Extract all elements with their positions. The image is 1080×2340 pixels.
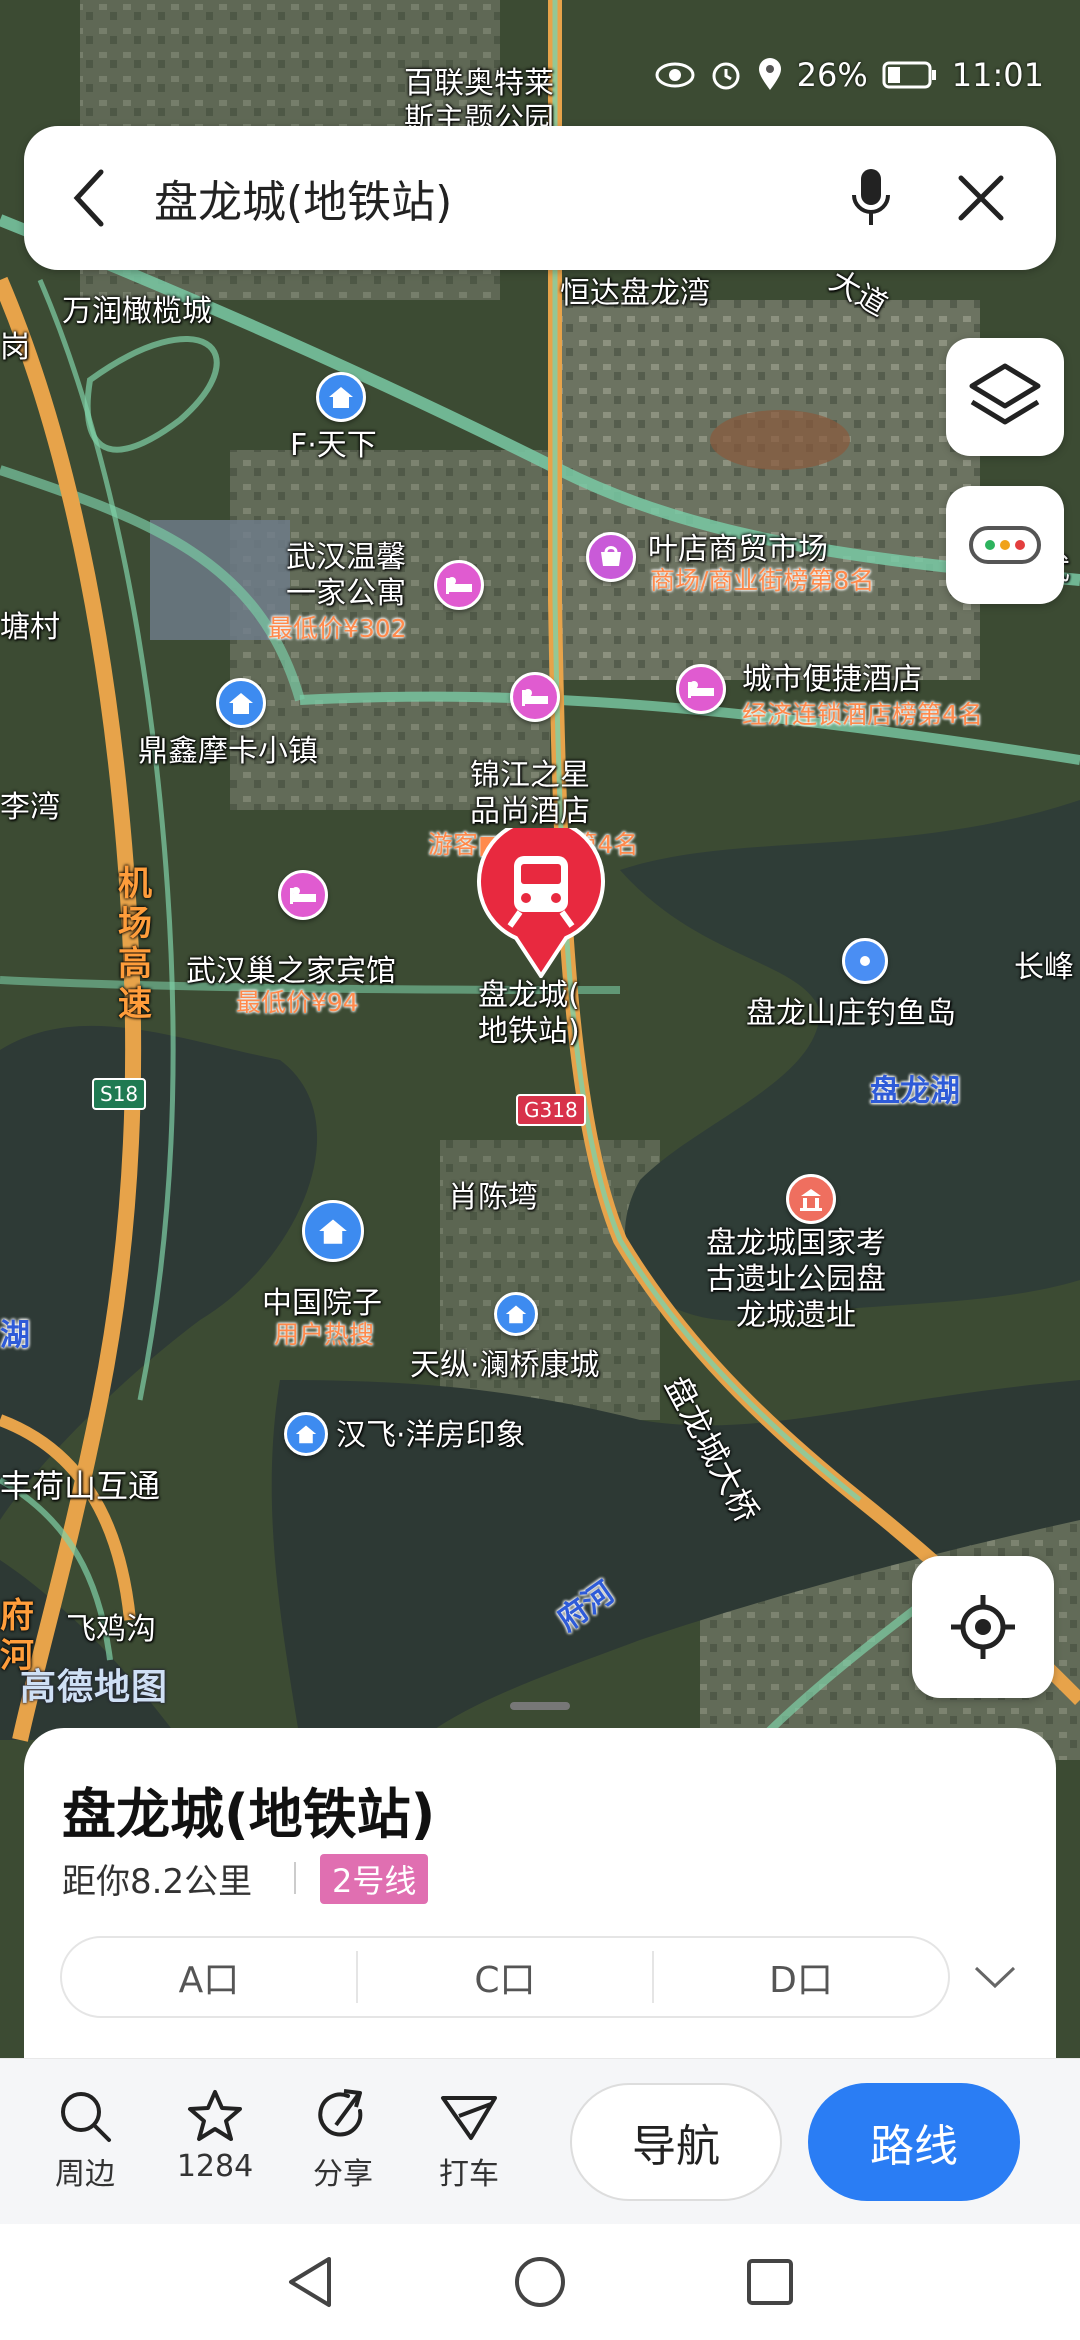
clear-button[interactable] [926, 126, 1036, 270]
poi-label[interactable]: 恒达盘龙湾 [560, 276, 710, 312]
poi-sublabel: 经济连锁酒店榜第4名 [742, 700, 983, 729]
scenic-pin-icon[interactable] [786, 1174, 836, 1224]
poi-label[interactable]: 天纵·澜桥康城 [410, 1348, 600, 1384]
poi-label[interactable]: 汉飞·洋房印象 [336, 1418, 526, 1454]
search-icon [61, 2092, 111, 2142]
poi-label[interactable]: F·天下 [290, 428, 377, 464]
system-navigation-bar [0, 2224, 1080, 2340]
status-bar: 26% 11:01 [655, 56, 1044, 94]
poi-sublabel: 最低价¥94 [236, 988, 359, 1017]
share-icon [318, 2089, 363, 2137]
poi-sublabel: 商场/商业街榜第8名 [650, 566, 875, 595]
navigate-button[interactable]: 导航 [570, 2083, 782, 2201]
home-pin-icon[interactable] [216, 678, 266, 728]
place-label: 肖陈塆 [448, 1180, 538, 1215]
exit-c-button[interactable]: C口 [356, 1951, 652, 2003]
traffic-icon [969, 526, 1041, 564]
poi-card[interactable]: 盘龙城(地铁站) 距你8.2公里 2号线 A口 C口 D口 [24, 1728, 1056, 2108]
locate-button[interactable] [912, 1556, 1054, 1698]
chevron-down-icon [974, 1966, 1016, 1989]
battery-percent: 26% [796, 56, 868, 94]
mic-icon [852, 169, 890, 225]
metro-line-badge[interactable]: 2号线 [320, 1854, 429, 1904]
share-label: 分享 [313, 2157, 373, 2192]
poi-label[interactable]: 盘龙城国家考 古遗址公园盘 龙城遗址 [706, 1226, 886, 1334]
alarm-icon [712, 62, 740, 90]
road-label: 机 场 高 速 [118, 864, 152, 1024]
exit-a-button[interactable]: A口 [62, 1951, 356, 2003]
place-label: 飞鸡沟 [66, 1612, 156, 1647]
poi-label[interactable]: 锦江之星 品尚酒店 [470, 758, 590, 830]
taxi-button[interactable]: 打车 [414, 2083, 524, 2193]
poi-label[interactable]: 城市便捷酒店 [742, 662, 922, 698]
taxi-icon [441, 2096, 497, 2140]
drag-handle[interactable] [510, 1702, 570, 1710]
exit-d-button[interactable]: D口 [652, 1951, 948, 2003]
nearby-button[interactable]: 周边 [30, 2083, 140, 2193]
locate-icon [951, 1595, 1015, 1659]
star-icon [188, 2090, 242, 2141]
map-brand-logo: 高德地图 [20, 1667, 169, 1708]
home-pin-icon[interactable] [284, 1412, 328, 1456]
favorite-button[interactable]: 1284 [160, 2083, 270, 2184]
location-pin-icon[interactable] [842, 938, 888, 984]
lake-label: 湖 [0, 1318, 30, 1353]
poi-distance: 距你8.2公里 [62, 1862, 253, 1902]
close-icon [958, 175, 1004, 221]
home-pin-icon[interactable] [494, 1292, 538, 1336]
expand-exits-button[interactable] [970, 1952, 1020, 2002]
location-icon [758, 58, 781, 90]
clock: 11:01 [951, 56, 1044, 94]
hotel-pin-icon[interactable] [434, 560, 484, 610]
poi-sublabel: 最低价¥302 [268, 614, 407, 643]
highway-shield: G318 [516, 1094, 586, 1126]
recents-nav-icon[interactable] [745, 2257, 795, 2307]
station-exits: A口 C口 D口 [60, 1936, 950, 2018]
route-button[interactable]: 路线 [808, 2083, 1020, 2201]
layers-icon [969, 363, 1041, 425]
shop-pin-icon[interactable] [586, 532, 636, 582]
action-bar: 周边 1284 分享 打车 导航 路线 [0, 2058, 1080, 2224]
poi-label[interactable]: 盘龙山庄钓鱼岛 [746, 996, 956, 1032]
search-bar: 盘龙城(地铁站) [24, 126, 1056, 270]
poi-sublabel: 用户热搜 [274, 1320, 375, 1349]
poi-label[interactable]: 武汉巢之家宾馆 [186, 954, 396, 990]
metro-station-icon [477, 817, 605, 980]
divider [294, 1862, 296, 1894]
poi-label[interactable]: 武汉温馨 一家公寓 [286, 540, 406, 612]
poi-label[interactable]: 万润橄榄城 [62, 294, 212, 330]
layers-button[interactable] [946, 338, 1064, 456]
hotel-pin-icon[interactable] [510, 672, 560, 722]
station-marker[interactable] [476, 817, 606, 980]
back-nav-icon[interactable] [285, 2255, 335, 2309]
battery-icon [882, 61, 936, 89]
share-button[interactable]: 分享 [288, 2083, 398, 2193]
eye-icon [655, 62, 695, 88]
back-icon [73, 169, 104, 227]
poi-label[interactable]: 中国院子 [262, 1286, 382, 1322]
poi-label[interactable]: 鼎鑫摩卡小镇 [138, 734, 318, 770]
hotel-pin-icon[interactable] [278, 870, 328, 920]
station-label[interactable]: 盘龙城( 地铁站) [478, 978, 580, 1050]
home-nav-icon[interactable] [513, 2255, 567, 2309]
poi-title: 盘龙城(地铁站) [62, 1783, 436, 1846]
place-label: 塘村 [0, 610, 60, 645]
nearby-label: 周边 [55, 2157, 115, 2192]
poi-label[interactable]: 叶店商贸市场 [648, 532, 828, 568]
voice-button[interactable] [816, 126, 926, 270]
place-label: 丰荷山互通 [0, 1467, 161, 1505]
home-pin-icon[interactable] [302, 1200, 364, 1262]
traffic-button[interactable] [946, 486, 1064, 604]
search-query[interactable]: 盘龙城(地铁站) [154, 166, 816, 230]
hotel-pin-icon[interactable] [676, 664, 726, 714]
back-button[interactable] [24, 126, 154, 270]
place-label: 岗 [0, 330, 30, 365]
place-label: 李湾 [0, 790, 60, 825]
place-label: 长峰 [1014, 950, 1074, 985]
lake-label: 盘龙湖 [870, 1074, 960, 1109]
favorite-count: 1284 [176, 2149, 254, 2184]
home-pin-icon[interactable] [316, 372, 366, 422]
highway-shield: S18 [92, 1078, 147, 1110]
taxi-label: 打车 [439, 2157, 499, 2192]
